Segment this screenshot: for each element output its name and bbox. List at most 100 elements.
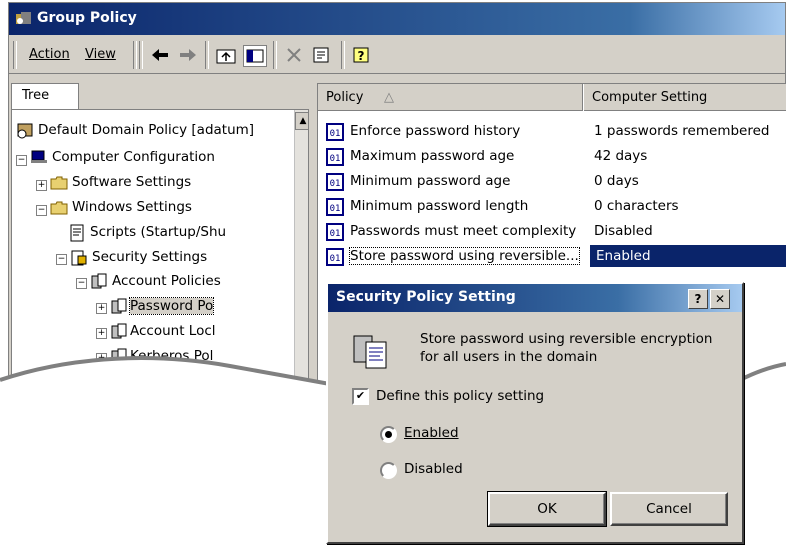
computer-icon [31, 150, 47, 163]
expand-expander[interactable]: + [36, 180, 47, 191]
security-policy-icon [353, 335, 387, 369]
svg-text:01: 01 [330, 129, 341, 139]
svg-text:?: ? [358, 49, 365, 63]
policy-setting-icon: 01 [326, 148, 344, 166]
forward-arrow-icon[interactable] [177, 45, 199, 65]
policy-value: Enabled [590, 245, 786, 267]
toolbar-separator [139, 41, 143, 69]
action-menu-label: Action [29, 47, 70, 62]
toolbar-separator [205, 41, 209, 69]
tab-tree-label: Tree [22, 88, 50, 103]
column-header-policy[interactable]: Policy △ [318, 84, 583, 111]
tree-node-account-lockout[interactable]: Account Locl [130, 323, 216, 339]
disabled-label: Disabled [404, 461, 463, 477]
account-policies-icon [91, 273, 107, 289]
enabled-radio[interactable] [380, 426, 397, 443]
back-arrow-icon[interactable] [149, 45, 171, 65]
policy-value: Disabled [594, 223, 653, 239]
svg-text:01: 01 [330, 179, 341, 189]
folder-icon [50, 201, 68, 215]
show-hide-tree-icon[interactable] [243, 45, 267, 67]
toolbar: Action View ? [9, 37, 785, 74]
help-icon[interactable]: ? [351, 45, 373, 65]
policy-name: Passwords must meet complexity [350, 223, 577, 239]
tree-node-security-settings[interactable]: Security Settings [92, 249, 207, 265]
table-row[interactable]: 01 Minimum password length 0 characters [318, 195, 786, 219]
collapse-expander[interactable]: − [76, 278, 87, 289]
window-title: Group Policy [37, 10, 137, 26]
collapse-expander[interactable]: − [56, 254, 67, 265]
svg-text:01: 01 [330, 254, 341, 264]
policy-name: Enforce password history [350, 123, 521, 139]
tree-node-windows-settings[interactable]: Windows Settings [72, 199, 192, 215]
toolbar-grip [13, 41, 17, 69]
view-menu[interactable]: View [85, 47, 116, 62]
security-policy-setting-dialog: Security Policy Setting ? ✕ Store passwo… [326, 282, 744, 544]
table-row[interactable]: 01 Enforce password history 1 passwords … [318, 120, 786, 144]
view-menu-label: View [85, 47, 116, 62]
scroll-up-arrow-icon[interactable]: ▲ [295, 112, 308, 130]
collapse-expander[interactable]: − [16, 155, 27, 166]
tab-tree[interactable]: Tree [11, 83, 79, 110]
column-header-policy-label: Policy [326, 90, 364, 105]
properties-icon[interactable] [311, 45, 333, 65]
ok-button[interactable]: OK [487, 491, 607, 527]
dialog-title-bar[interactable]: Security Policy Setting ? ✕ [328, 284, 742, 312]
table-row[interactable]: 01 Maximum password age 42 days [318, 145, 786, 169]
table-row[interactable]: 01 Minimum password age 0 days [318, 170, 786, 194]
define-policy-checkbox[interactable]: ✔ [352, 388, 369, 405]
define-policy-label: Define this policy setting [376, 388, 545, 404]
toolbar-separator [341, 41, 345, 69]
policy-description: Store password using reversible encrypti… [420, 331, 713, 365]
expand-expander[interactable]: + [96, 303, 107, 314]
policy-name: Maximum password age [350, 148, 515, 164]
column-header-setting-label: Computer Setting [592, 90, 708, 105]
close-button[interactable]: ✕ [710, 289, 730, 309]
password-policy-icon [111, 298, 127, 314]
account-lockout-icon [111, 323, 127, 339]
sort-ascending-icon: △ [384, 90, 394, 105]
radio-selected-dot [385, 431, 392, 438]
policy-name: Store password using reversible... [349, 247, 580, 265]
tree-node-password-policy[interactable]: Password Po [128, 297, 215, 315]
policy-setting-icon: 01 [326, 173, 344, 191]
policy-value: 42 days [594, 148, 648, 164]
svg-text:01: 01 [330, 229, 341, 239]
svg-text:01: 01 [330, 154, 341, 164]
folder-icon [50, 176, 68, 190]
up-folder-icon[interactable] [215, 45, 237, 65]
policy-name: Minimum password age [350, 173, 511, 189]
disabled-radio[interactable] [380, 462, 397, 479]
cancel-button[interactable]: Cancel [610, 492, 728, 526]
delete-icon[interactable] [283, 45, 305, 65]
policy-setting-icon: 01 [326, 223, 344, 241]
group-policy-app-icon [16, 12, 31, 24]
policy-setting-icon: 01 [326, 123, 344, 141]
table-row-selected[interactable]: 01 Store password using reversible... En… [318, 245, 786, 269]
policy-value: 1 passwords remembered [594, 123, 770, 139]
scripts-icon [70, 224, 84, 242]
tree-node-software-settings[interactable]: Software Settings [72, 174, 191, 190]
policy-setting-icon: 01 [326, 248, 344, 266]
svg-text:01: 01 [330, 204, 341, 214]
policy-name: Minimum password length [350, 198, 529, 214]
dialog-title: Security Policy Setting [336, 289, 516, 305]
tree-node-scripts[interactable]: Scripts (Startup/Shu [90, 224, 226, 240]
tree-node-computer-configuration[interactable]: Computer Configuration [52, 149, 215, 165]
security-settings-icon [71, 250, 87, 266]
help-button[interactable]: ? [688, 289, 708, 309]
toolbar-separator [273, 41, 277, 69]
action-menu[interactable]: Action [29, 47, 70, 62]
toolbar-separator [133, 41, 137, 69]
column-header-computer-setting[interactable]: Computer Setting [584, 84, 786, 111]
collapse-expander[interactable]: − [36, 205, 47, 216]
policy-value: 0 characters [594, 198, 679, 214]
title-bar[interactable]: Group Policy [9, 3, 785, 35]
table-row[interactable]: 01 Passwords must meet complexity Disabl… [318, 220, 786, 244]
policy-scroll-icon [17, 123, 33, 139]
tree-node-default-domain-policy[interactable]: Default Domain Policy [adatum] [38, 122, 254, 138]
tree-node-account-policies[interactable]: Account Policies [112, 273, 221, 289]
policy-setting-icon: 01 [326, 198, 344, 216]
expand-expander[interactable]: + [96, 328, 107, 339]
policy-value: 0 days [594, 173, 639, 189]
